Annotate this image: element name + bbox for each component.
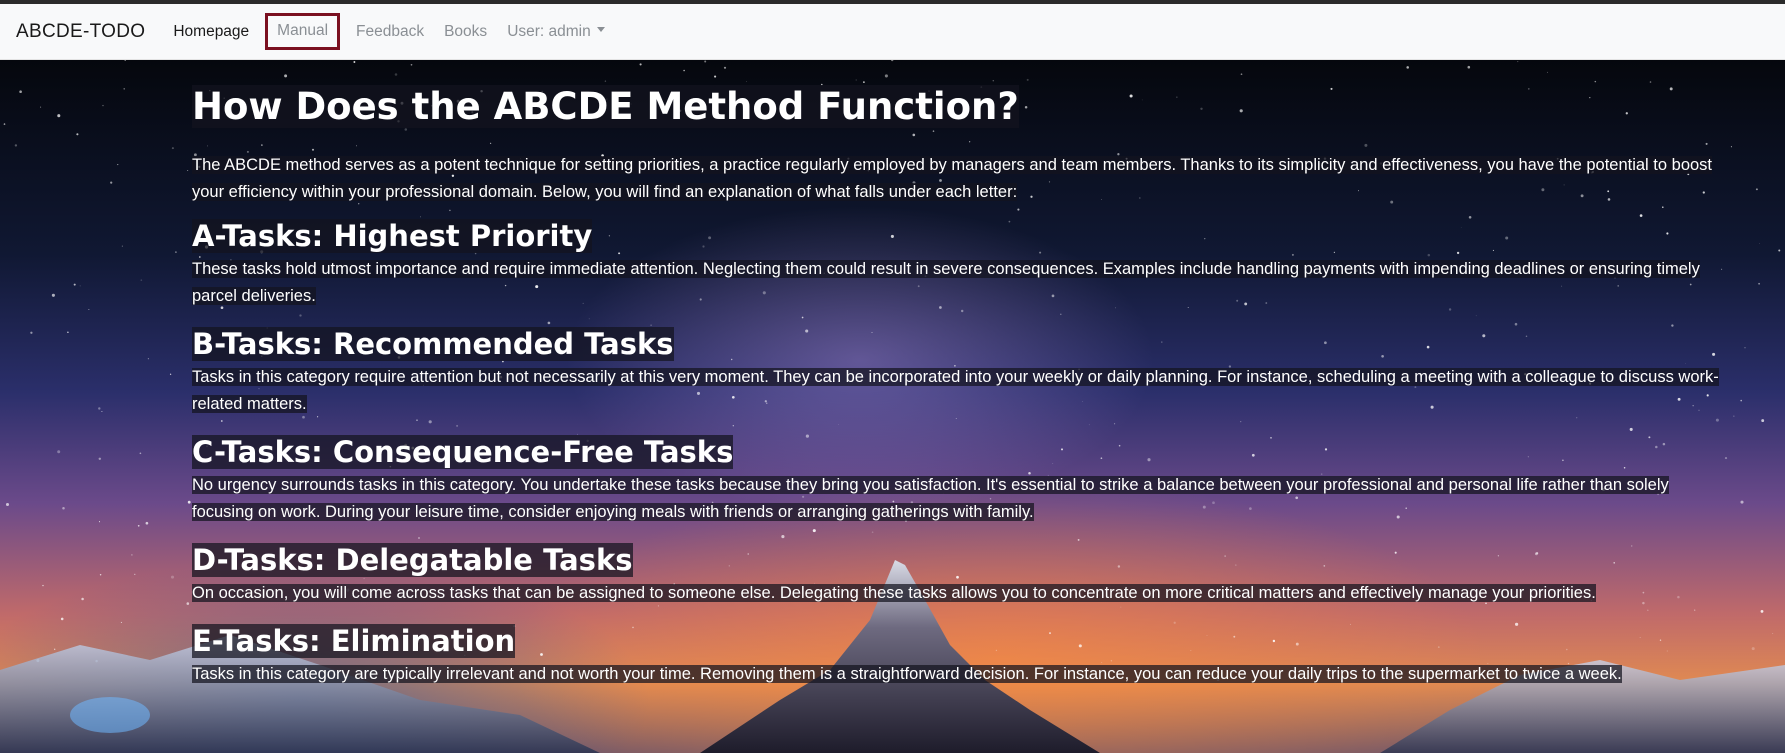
hero-background: How Does the ABCDE Method Function? The … (0, 60, 1785, 753)
page-title: How Does the ABCDE Method Function? (192, 80, 1722, 134)
section-body-text: Tasks in this category are typically irr… (192, 665, 1622, 683)
section-a-heading: A-Tasks: Highest Priority (192, 216, 1722, 256)
section-body-text: Tasks in this category require attention… (192, 368, 1719, 413)
user-dropdown-label: User: admin (507, 22, 591, 40)
section-c-text: No urgency surrounds tasks in this categ… (192, 472, 1722, 526)
section-e-heading: E-Tasks: Elimination (192, 621, 1722, 661)
nav-feedback[interactable]: Feedback (352, 19, 428, 45)
intro-paragraph: The ABCDE method serves as a potent tech… (192, 152, 1722, 206)
section-heading-text: E-Tasks: Elimination (192, 624, 516, 658)
section-b-text: Tasks in this category require attention… (192, 364, 1722, 418)
nav-manual[interactable]: Manual (265, 13, 341, 50)
manual-content: How Does the ABCDE Method Function? The … (192, 80, 1722, 702)
section-e-text: Tasks in this category are typically irr… (192, 661, 1722, 688)
nav-homepage[interactable]: Homepage (169, 19, 253, 45)
nav-books[interactable]: Books (440, 19, 491, 45)
caret-down-icon (596, 26, 605, 32)
section-b-heading: B-Tasks: Recommended Tasks (192, 324, 1722, 364)
section-body-text: No urgency surrounds tasks in this categ… (192, 476, 1669, 521)
section-heading-text: D-Tasks: Delegatable Tasks (192, 543, 633, 577)
section-d-heading: D-Tasks: Delegatable Tasks (192, 540, 1722, 580)
page-title-text: How Does the ABCDE Method Function? (192, 85, 1019, 128)
intro-text: The ABCDE method serves as a potent tech… (192, 156, 1713, 201)
section-heading-text: C-Tasks: Consequence-Free Tasks (192, 435, 734, 469)
section-body-text: On occasion, you will come across tasks … (192, 584, 1596, 602)
section-heading-text: A-Tasks: Highest Priority (192, 219, 593, 253)
brand-logo[interactable]: ABCDE-TODO (16, 21, 145, 43)
section-d-text: On occasion, you will come across tasks … (192, 580, 1722, 607)
section-heading-text: B-Tasks: Recommended Tasks (192, 327, 674, 361)
section-a-text: These tasks hold utmost importance and r… (192, 256, 1722, 310)
nav-user-dropdown[interactable]: User: admin (503, 19, 609, 45)
section-c-heading: C-Tasks: Consequence-Free Tasks (192, 432, 1722, 472)
navbar: ABCDE-TODO Homepage Manual Feedback Book… (0, 4, 1785, 60)
section-body-text: These tasks hold utmost importance and r… (192, 260, 1700, 305)
